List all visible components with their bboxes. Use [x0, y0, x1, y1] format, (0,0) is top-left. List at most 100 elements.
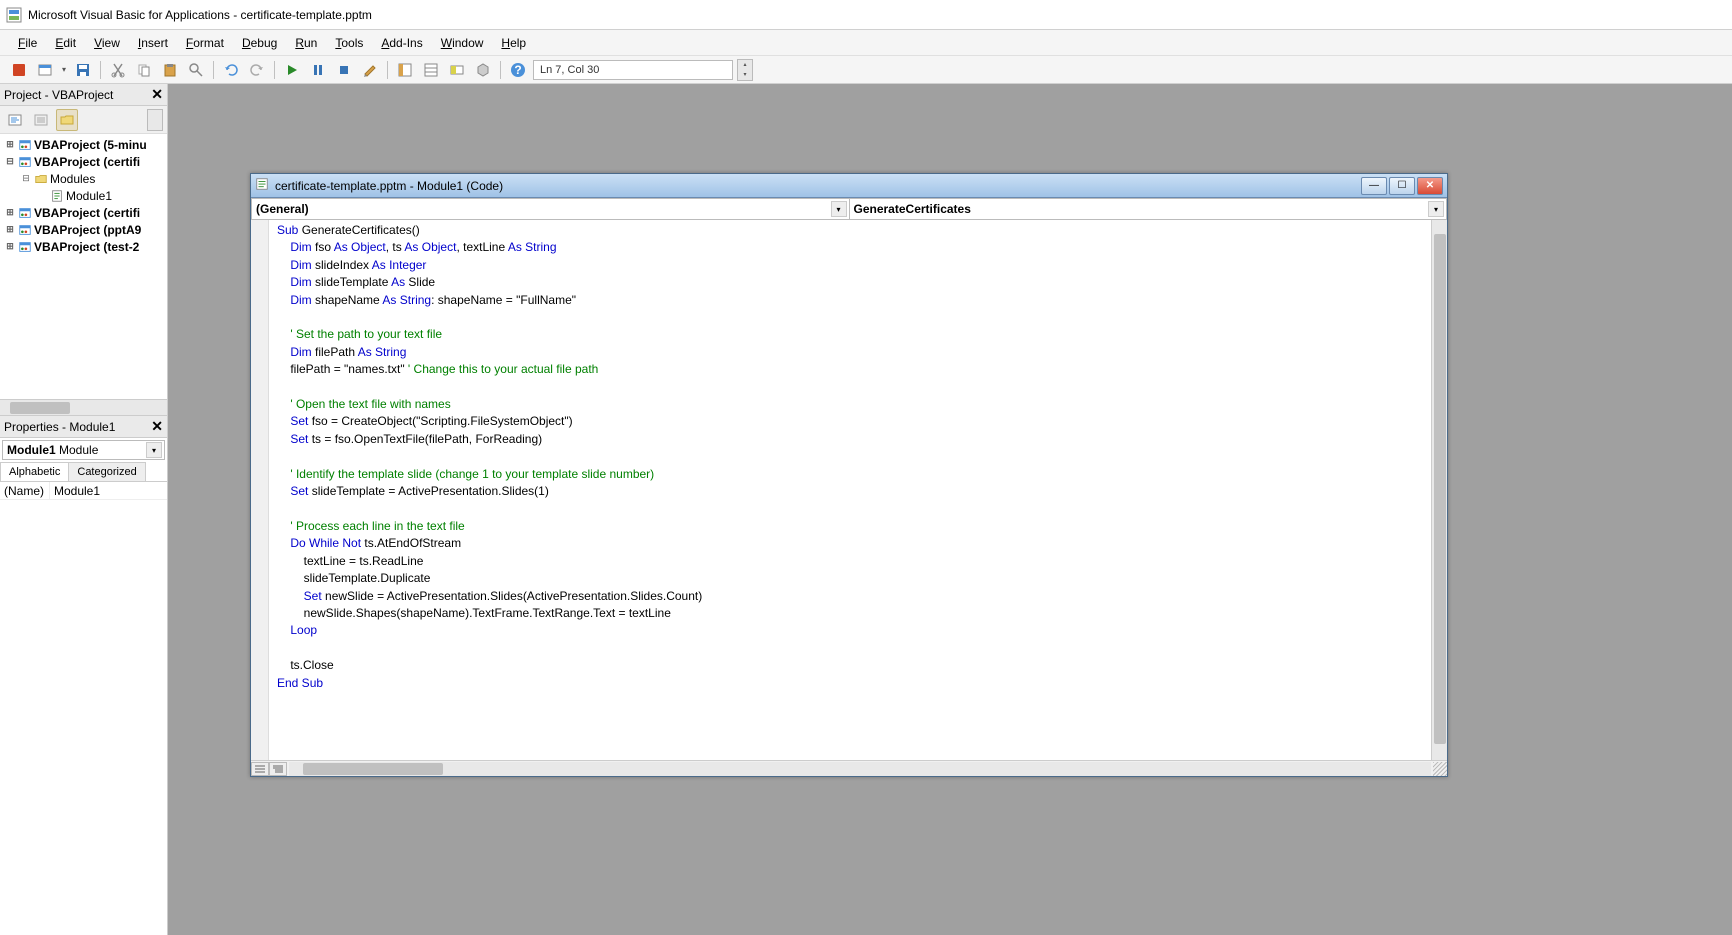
close-icon[interactable]: ✕ [151, 86, 163, 103]
full-module-view-button[interactable] [269, 762, 287, 776]
app-icon [6, 7, 22, 23]
project-explorer-panel: Project - VBAProject ✕ ⊞VBAProject (5-mi… [0, 84, 167, 416]
code-margin[interactable] [251, 220, 269, 760]
menu-run[interactable]: Run [287, 33, 325, 53]
view-code-button[interactable] [4, 109, 26, 131]
toolbar-scroll[interactable]: ▴▾ [737, 59, 753, 81]
paste-button[interactable] [159, 59, 181, 81]
code-window-titlebar[interactable]: certificate-template.pptm - Module1 (Cod… [251, 174, 1447, 198]
cursor-position-box: Ln 7, Col 30 [533, 60, 733, 80]
tree-twist-icon[interactable]: ⊟ [4, 156, 16, 167]
tree-item[interactable]: ⊞VBAProject (test-2 [0, 238, 167, 255]
procedure-combo[interactable]: GenerateCertificates ▾ [850, 198, 1448, 220]
properties-object-combo[interactable]: Module1 Module ▾ [2, 440, 165, 460]
menu-window[interactable]: Window [433, 33, 492, 53]
undo-button[interactable] [220, 59, 242, 81]
menu-debug[interactable]: Debug [234, 33, 285, 53]
tree-item[interactable]: ⊟Modules [0, 170, 167, 187]
project-explorer-title: Project - VBAProject [4, 88, 113, 102]
property-value[interactable]: Module1 [50, 482, 167, 499]
code-window-title: certificate-template.pptm - Module1 (Cod… [275, 179, 1355, 193]
properties-title: Properties - Module1 [4, 420, 115, 434]
properties-panel: Properties - Module1 ✕ Module1 Module ▾ … [0, 416, 167, 935]
folder-icon [34, 172, 48, 186]
mdi-workspace: certificate-template.pptm - Module1 (Cod… [168, 84, 1732, 935]
properties-tab-categorized[interactable]: Categorized [68, 462, 145, 481]
redo-button[interactable] [246, 59, 268, 81]
property-row[interactable]: (Name)Module1 [0, 482, 167, 500]
horizontal-scrollbar[interactable] [289, 762, 1431, 776]
procedure-view-button[interactable] [251, 762, 269, 776]
properties-tabs: AlphabeticCategorized [0, 462, 167, 482]
title-bar: Microsoft Visual Basic for Applications … [0, 0, 1732, 30]
tree-twist-icon[interactable]: ⊞ [4, 241, 16, 252]
maximize-button[interactable]: ☐ [1389, 177, 1415, 195]
menu-add-ins[interactable]: Add-Ins [373, 33, 430, 53]
close-button[interactable]: ✕ [1417, 177, 1443, 195]
separator [387, 61, 388, 79]
module-icon [255, 177, 269, 194]
break-button[interactable] [307, 59, 329, 81]
vba-project-icon [18, 138, 32, 152]
separator [100, 61, 101, 79]
resize-grip-icon[interactable] [1433, 762, 1447, 776]
project-explorer-toolbar [0, 106, 167, 134]
tree-twist-icon[interactable]: ⊞ [4, 139, 16, 150]
svg-text:?: ? [514, 63, 521, 77]
menu-edit[interactable]: Edit [47, 33, 84, 53]
copy-button[interactable] [133, 59, 155, 81]
view-microsoft-powerpoint-button[interactable] [8, 59, 30, 81]
object-browser-button[interactable] [446, 59, 468, 81]
cut-button[interactable] [107, 59, 129, 81]
find-button[interactable] [185, 59, 207, 81]
tree-item[interactable]: ⊞ VBAProject (pptA9 [0, 221, 167, 238]
vba-project-icon [18, 240, 32, 254]
tree-twist-icon[interactable]: ⊞ [4, 207, 16, 218]
menu-file[interactable]: File [10, 33, 45, 53]
properties-window-button[interactable] [420, 59, 442, 81]
vertical-scrollbar[interactable] [1431, 220, 1447, 760]
properties-grid[interactable]: (Name)Module1 [0, 482, 167, 935]
object-combo[interactable]: (General) ▾ [251, 198, 850, 220]
tree-item[interactable]: Module1 [0, 187, 167, 204]
save-button[interactable] [72, 59, 94, 81]
scroll-icon[interactable] [147, 109, 163, 131]
menu-help[interactable]: Help [493, 33, 534, 53]
menu-view[interactable]: View [86, 33, 128, 53]
close-icon[interactable]: ✕ [151, 418, 163, 435]
properties-tab-alphabetic[interactable]: Alphabetic [0, 462, 69, 481]
tree-item-label: VBAProject (certifi [34, 155, 140, 169]
horizontal-scrollbar[interactable] [0, 399, 167, 415]
toolbox-button[interactable] [472, 59, 494, 81]
tree-twist-icon[interactable]: ⊞ [4, 224, 16, 235]
menu-tools[interactable]: Tools [327, 33, 371, 53]
toggle-folders-button[interactable] [56, 109, 78, 131]
tree-item[interactable]: ⊞ VBAProject (certifi [0, 204, 167, 221]
vba-project-icon [18, 155, 32, 169]
menu-format[interactable]: Format [178, 33, 232, 53]
design-mode-button[interactable] [359, 59, 381, 81]
chevron-down-icon[interactable]: ▾ [831, 201, 847, 217]
project-explorer-button[interactable] [394, 59, 416, 81]
tree-twist-icon[interactable]: ⊟ [20, 173, 32, 184]
help-button[interactable]: ? [507, 59, 529, 81]
minimize-button[interactable]: — [1361, 177, 1387, 195]
tree-item-label: VBAProject (certifi [34, 206, 140, 220]
separator [500, 61, 501, 79]
menu-insert[interactable]: Insert [130, 33, 176, 53]
window-title: Microsoft Visual Basic for Applications … [28, 8, 372, 22]
project-tree[interactable]: ⊞VBAProject (5-minu⊟VBAProject (certifi⊟… [0, 134, 167, 399]
dropdown-arrow-icon[interactable]: ▾ [60, 65, 68, 74]
code-editor[interactable]: Sub GenerateCertificates() Dim fso As Ob… [269, 220, 1431, 760]
reset-button[interactable] [333, 59, 355, 81]
tree-item[interactable]: ⊟ VBAProject (certifi [0, 153, 167, 170]
vba-project-icon [18, 206, 32, 220]
view-object-button[interactable] [30, 109, 52, 131]
run-button[interactable] [281, 59, 303, 81]
chevron-down-icon[interactable]: ▾ [146, 442, 162, 458]
tree-item[interactable]: ⊞VBAProject (5-minu [0, 136, 167, 153]
chevron-down-icon[interactable]: ▾ [1428, 201, 1444, 217]
insert-object-button[interactable] [34, 59, 56, 81]
tree-item-label: VBAProject (pptA9 [34, 223, 141, 237]
separator [213, 61, 214, 79]
